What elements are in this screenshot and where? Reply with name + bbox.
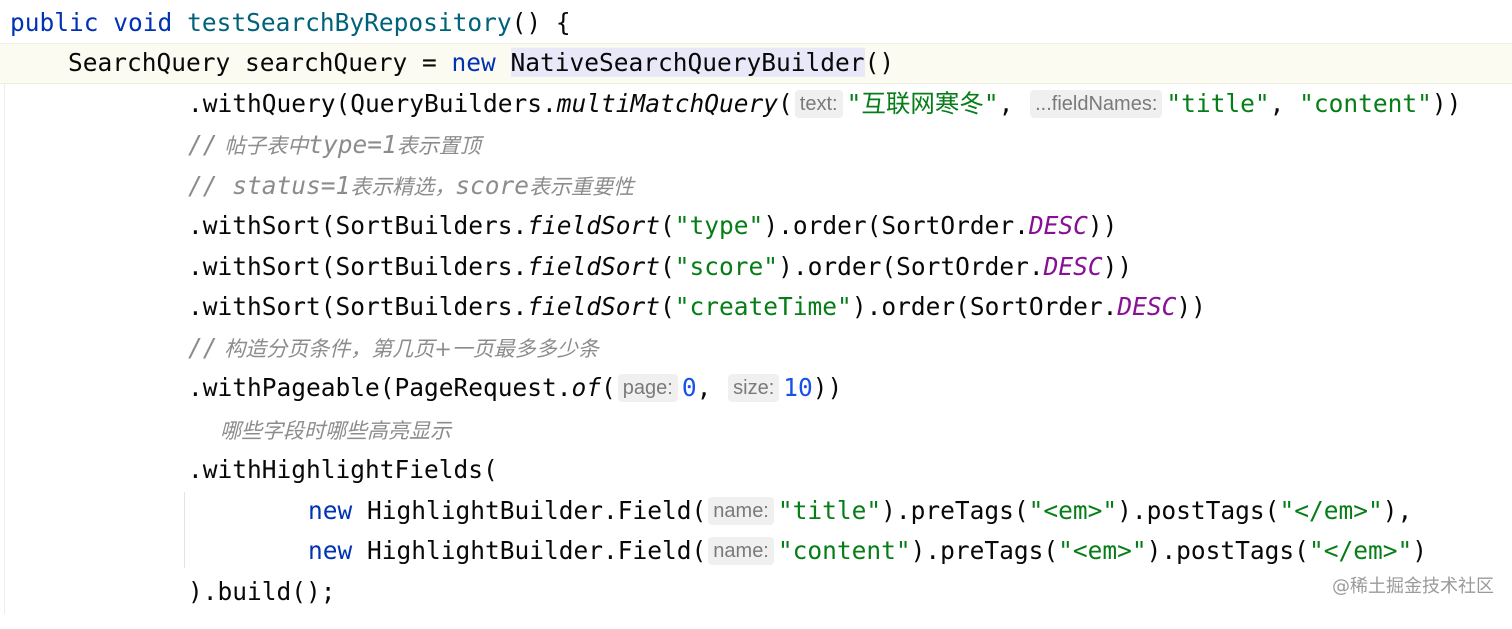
code-text: .withSort(SortBuilders.fieldSort("create… — [188, 292, 1206, 321]
code-text: new HighlightBuilder.Field(name: "title")… — [308, 496, 1413, 526]
code-text: .withPageable(PageRequest.of(page: 0, siz… — [188, 373, 843, 403]
code-line-7[interactable]: .withSort(SortBuilders.fieldSort("score"… — [0, 247, 1512, 288]
comment-text: // 构造分页条件，第几页+一页最多多少条 — [188, 333, 599, 362]
code-text: .withQuery(QueryBuilders.multiMatchQuery… — [188, 89, 1462, 119]
param-hint-fieldnames: ...fieldNames: — [1030, 90, 1163, 119]
code-text: public void testSearchByRepository() { — [10, 8, 571, 37]
code-line-6[interactable]: .withSort(SortBuilders.fieldSort("type")… — [0, 206, 1512, 247]
code-editor[interactable]: public void testSearchByRepository() { S… — [0, 0, 1512, 614]
code-line-1[interactable]: public void testSearchByRepository() { — [0, 3, 1512, 44]
code-text: new HighlightBuilder.Field(name: "content… — [308, 536, 1427, 566]
highlighted-identifier: NativeSearchQueryBuilder — [510, 48, 865, 77]
code-text: ).build(); — [188, 577, 336, 606]
code-line-14[interactable]: new HighlightBuilder.Field(name: "content… — [0, 531, 1512, 572]
code-line-8[interactable]: .withSort(SortBuilders.fieldSort("create… — [0, 287, 1512, 328]
param-hint-name: name: — [708, 537, 774, 566]
comment-text: 哪些字段时哪些高亮显示 — [220, 419, 451, 443]
code-line-4-comment[interactable]: // 帖子表中type=1表示置顶 — [0, 125, 1512, 166]
code-line-13[interactable]: new HighlightBuilder.Field(name: "title")… — [0, 491, 1512, 532]
code-line-3[interactable]: .withQuery(QueryBuilders.multiMatchQuery… — [0, 84, 1512, 125]
code-text: .withHighlightFields( — [188, 455, 498, 484]
code-line-9-comment[interactable]: // 构造分页条件，第几页+一页最多多少条 — [0, 328, 1512, 369]
param-hint-page: page: — [617, 374, 678, 403]
param-hint-name: name: — [708, 497, 774, 526]
watermark: @稀土掘金技术社区 — [1332, 576, 1494, 597]
code-line-5-comment[interactable]: // status=1表示精选，score表示重要性 — [0, 166, 1512, 207]
comment-text: // status=1表示精选，score表示重要性 — [188, 171, 635, 200]
code-line-12[interactable]: .withHighlightFields( — [0, 450, 1512, 491]
code-text: .withSort(SortBuilders.fieldSort("type")… — [188, 211, 1118, 240]
code-line-15[interactable]: ).build(); — [0, 572, 1512, 613]
code-text: .withSort(SortBuilders.fieldSort("score"… — [188, 252, 1133, 281]
param-hint-text: text: — [794, 90, 843, 119]
comment-text: // 帖子表中type=1表示置顶 — [188, 130, 481, 159]
param-hint-size: size: — [728, 374, 780, 403]
code-line-11-inlay-comment[interactable]: 哪些字段时哪些高亮显示 — [0, 410, 1512, 451]
code-text: SearchQuery searchQuery = new NativeSear… — [68, 48, 895, 77]
code-line-2-current[interactable]: SearchQuery searchQuery = new NativeSear… — [0, 43, 1512, 84]
code-line-10[interactable]: .withPageable(PageRequest.of(page: 0, siz… — [0, 368, 1512, 409]
